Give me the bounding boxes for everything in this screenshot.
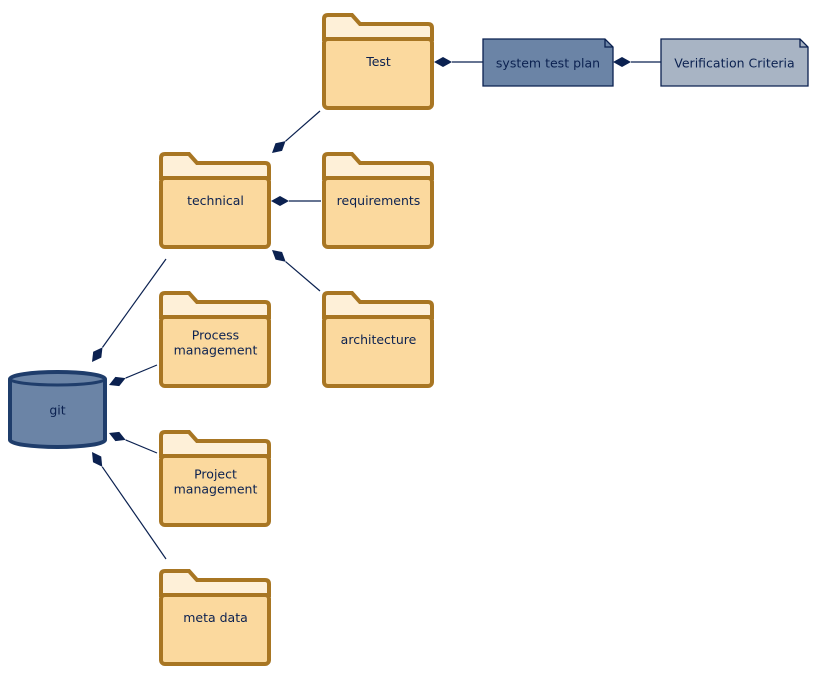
- node-test-folder[interactable]: Test: [322, 13, 434, 110]
- edge-line: [125, 439, 158, 454]
- nodes-layer: git Test technical requirements architecture…: [8, 13, 809, 666]
- node-label: requirements: [337, 193, 421, 208]
- edge-line: [101, 466, 167, 560]
- node-meta-folder[interactable]: meta data: [159, 569, 271, 666]
- edge-git-project: [109, 431, 158, 454]
- edge-git-technical: [92, 258, 167, 362]
- node-label: management: [174, 482, 258, 497]
- folder-tab: [159, 569, 271, 597]
- folder-tab: [159, 430, 271, 458]
- composition-diamond: [109, 431, 126, 442]
- composition-diamond: [613, 57, 631, 67]
- node-vc-artifact[interactable]: Verification Criteria: [660, 38, 809, 87]
- edge-technical-test: [272, 110, 321, 153]
- folder-tab: [159, 291, 271, 319]
- edge-git-meta: [92, 452, 167, 560]
- node-label: system test plan: [496, 56, 600, 71]
- edge-git-process: [109, 364, 158, 387]
- folder-body: [159, 176, 271, 249]
- composition-diamond: [109, 376, 126, 387]
- node-label: git: [49, 403, 65, 418]
- node-label: meta data: [183, 610, 248, 625]
- node-label: management: [174, 343, 258, 358]
- node-project-folder[interactable]: Projectmanagement: [159, 430, 271, 527]
- composition-diamond: [434, 57, 452, 67]
- diagram-canvas: git Test technical requirements architecture…: [8, 13, 809, 666]
- folder-body: [322, 37, 434, 110]
- node-architecture-folder[interactable]: architecture: [322, 291, 434, 388]
- edge-line: [285, 110, 321, 142]
- folder-tab: [322, 152, 434, 180]
- folder-tab: [322, 13, 434, 41]
- edge-stp-vc: [613, 57, 661, 67]
- folder-body: [159, 593, 271, 666]
- edge-technical-requirements: [271, 196, 321, 206]
- edge-technical-architecture: [272, 250, 321, 292]
- folder-body: [322, 176, 434, 249]
- node-label: Process: [192, 328, 239, 343]
- node-requirements-folder[interactable]: requirements: [322, 152, 434, 249]
- folder-tab: [322, 291, 434, 319]
- folder-body: [322, 315, 434, 388]
- node-stp-artifact[interactable]: system test plan: [482, 38, 614, 87]
- node-label: Project: [194, 467, 237, 482]
- composition-diamond: [92, 347, 103, 362]
- node-process-folder[interactable]: Processmanagement: [159, 291, 271, 388]
- edge-test-stp: [434, 57, 483, 67]
- composition-diamond: [271, 196, 289, 206]
- node-technical-folder[interactable]: technical: [159, 152, 271, 249]
- node-label: Verification Criteria: [674, 56, 794, 71]
- edge-line: [285, 261, 321, 292]
- edge-line: [102, 258, 167, 348]
- node-label: technical: [187, 193, 244, 208]
- composition-diamond: [272, 250, 286, 262]
- node-label: architecture: [341, 332, 417, 347]
- node-git-database[interactable]: git: [8, 370, 107, 449]
- composition-diamond: [92, 452, 103, 467]
- edge-line: [125, 364, 158, 379]
- folder-tab: [159, 152, 271, 180]
- node-label: Test: [365, 54, 391, 69]
- composition-diamond: [272, 141, 286, 153]
